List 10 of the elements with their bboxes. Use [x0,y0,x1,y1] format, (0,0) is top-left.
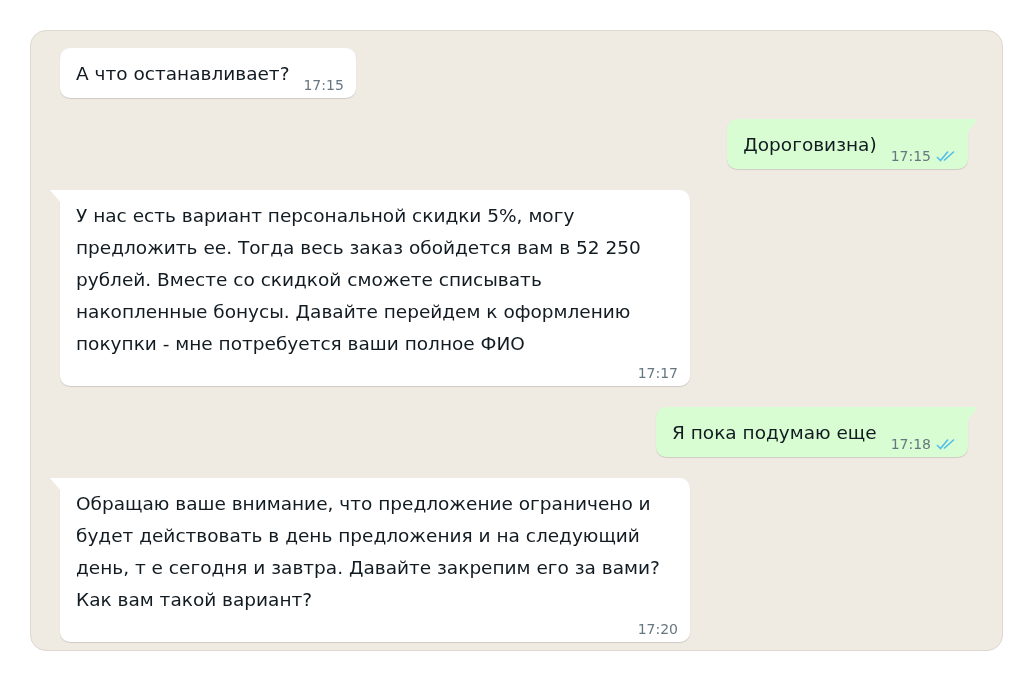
message-time: 17:15 [303,76,344,94]
message-time: 17:17 [637,364,678,382]
message-time: 17:15 [890,147,931,165]
message-time: 17:20 [637,620,678,638]
message-text: Обращаю ваше внимание, что предложение ограничено и будет действовать в день предложения и на следующий день, т е сегодня и завтра. Давайте закрепим его за вами? Как вам такой вариант? [76,492,661,612]
message-text: А что останавливает? [76,62,290,86]
message-text: Я пока подумаю еще [672,421,877,445]
message-text: Дороговизна) [743,133,877,157]
message-text: У нас есть вариант персональной скидки 5%, могу предложить ее. Тогда весь заказ обойдется вам в 52 250 рублей. Вместе со скидкой сможете списывать накопленные бонусы. Давайте перейдем к оформлению покупки - мне потребуется ваши полное ФИО [76,204,642,356]
message-time: 17:18 [890,435,931,453]
